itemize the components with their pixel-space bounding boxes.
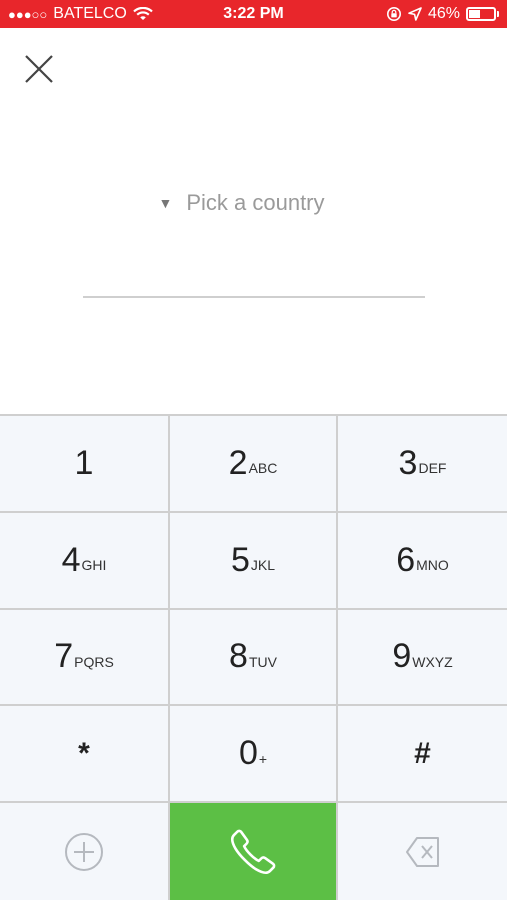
key-digit: 7 — [54, 637, 74, 676]
key-7[interactable]: 7 PQRS — [0, 609, 170, 707]
signal-strength-icon: ●●●○○ — [8, 6, 48, 22]
key-letters: MNO — [416, 557, 449, 574]
status-bar: ●●●○○ BATELCO 3:22 PM 46% — [0, 0, 507, 28]
key-letters: PQRS — [74, 653, 114, 670]
key-6[interactable]: 6 MNO — [338, 512, 507, 610]
status-right: 46% — [386, 5, 499, 23]
key-letters: TUV — [248, 653, 277, 670]
key-star[interactable]: * — [0, 706, 170, 804]
key-3[interactable]: 3 DEF — [338, 416, 507, 513]
key-1[interactable]: 1 — [0, 416, 170, 513]
key-4[interactable]: 4 GHI — [0, 512, 170, 610]
battery-icon — [466, 7, 499, 21]
rotation-lock-icon — [386, 7, 401, 21]
battery-fill — [469, 10, 481, 18]
key-digit: 8 — [229, 637, 248, 676]
key-digit: 9 — [392, 637, 412, 676]
key-8[interactable]: 8 TUV — [170, 609, 338, 707]
wifi-icon — [133, 7, 153, 20]
key-digit: # — [414, 736, 431, 770]
battery-body — [466, 7, 496, 21]
backspace-button[interactable] — [338, 803, 507, 900]
key-digit: * — [78, 736, 90, 770]
key-digit: 5 — [230, 540, 250, 579]
location-icon — [408, 7, 422, 21]
phone-icon — [230, 829, 276, 874]
key-letters: WXYZ — [412, 653, 453, 670]
key-0[interactable]: 0 + — [170, 706, 338, 804]
status-left: ●●●○○ BATELCO — [8, 5, 153, 23]
key-hash[interactable]: # — [338, 706, 507, 804]
backspace-icon — [405, 836, 439, 867]
key-digit: 6 — [396, 540, 416, 579]
dial-keypad: 1 2 ABC 3 DEF 4 GHI 5 JKL 6 MNO 7 PQRS 8… — [0, 414, 507, 900]
carrier-name: BATELCO — [53, 5, 127, 22]
plus-circle-icon — [65, 832, 103, 871]
battery-tip — [497, 11, 499, 17]
key-digit: 0 — [238, 734, 258, 773]
country-picker[interactable]: ▼ Pick a country — [0, 186, 507, 220]
key-5[interactable]: 5 JKL — [170, 512, 338, 610]
phone-number-input[interactable] — [83, 250, 425, 298]
battery-percent: 46% — [427, 5, 460, 22]
key-letters: ABC — [248, 460, 278, 477]
key-digit: 2 — [228, 443, 248, 482]
key-letters: GHI — [81, 557, 107, 574]
country-picker-label: Pick a country — [186, 190, 325, 215]
key-letters: DEF — [418, 460, 447, 477]
close-icon — [25, 55, 53, 83]
key-9[interactable]: 9 WXYZ — [338, 609, 507, 707]
call-button[interactable] — [170, 803, 338, 900]
triangle-down-icon: ▼ — [158, 195, 173, 211]
key-letters: JKL — [250, 557, 276, 574]
key-2[interactable]: 2 ABC — [170, 416, 338, 513]
key-digit: 4 — [61, 540, 81, 579]
add-contact-button[interactable] — [0, 803, 170, 900]
key-digit: 1 — [74, 443, 94, 482]
key-digit: 3 — [398, 443, 418, 482]
key-letters: + — [258, 750, 268, 767]
close-button[interactable] — [20, 50, 60, 90]
